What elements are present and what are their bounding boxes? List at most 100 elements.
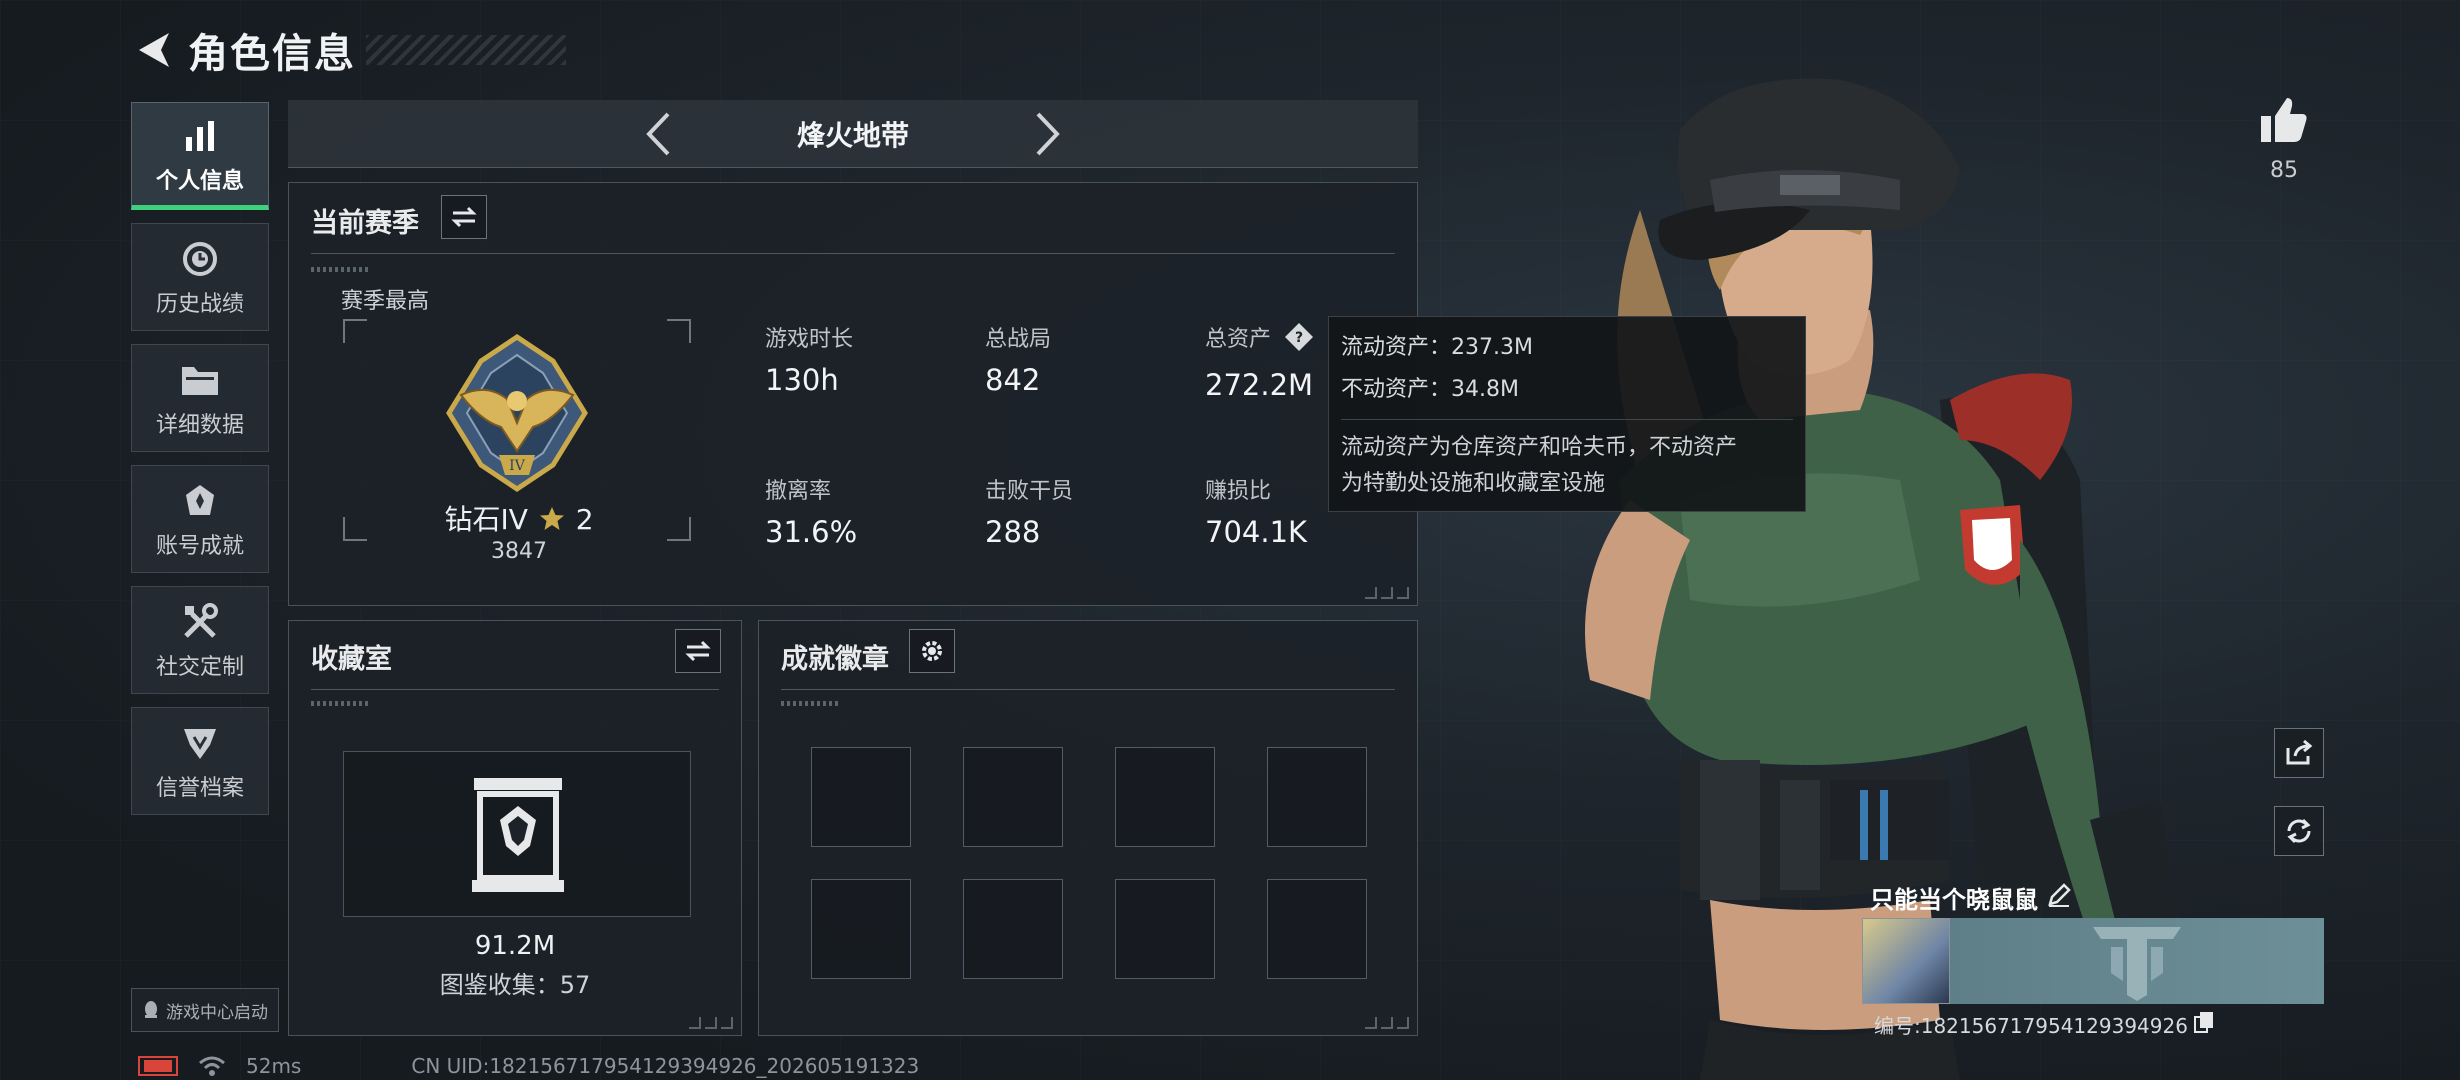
mode-title: 烽火地带 (796, 118, 909, 152)
title-decoration (366, 35, 566, 65)
divider (781, 689, 1395, 690)
sidebar-item-label: 账号成就 (155, 534, 244, 559)
sidebar-item-social[interactable]: 社交定制 (131, 586, 269, 694)
copy-uid-button[interactable] (2193, 1011, 2214, 1038)
player-card (1862, 918, 2324, 1004)
sidebar-item-label: 信誉档案 (155, 776, 244, 801)
refresh-button[interactable] (2274, 806, 2324, 856)
stat-label: 总战局 (985, 327, 1052, 352)
sidebar-item-label: 详细数据 (155, 413, 244, 438)
wifi-icon (199, 1056, 225, 1076)
copy-icon (2193, 1012, 2213, 1033)
rank-name-row: 钻石IV 2 (289, 498, 749, 538)
launch-label: 游戏中心启动 (166, 1002, 268, 1023)
sidebar-nav: 个人信息 历史战绩 详细数据 账号成就 社交定制 信誉档案 (131, 102, 269, 828)
season-title: 当前赛季 (311, 208, 419, 239)
player-banner[interactable] (1950, 918, 2324, 1004)
corner-decoration (1365, 587, 1409, 599)
battery-icon (138, 1056, 178, 1076)
banner-emblem-icon (2093, 927, 2181, 1001)
stat-value: 288 (985, 515, 1041, 549)
sidebar-item-label: 历史战绩 (155, 292, 244, 317)
svg-text:?: ? (1295, 330, 1303, 346)
cn-uid: CN UID:182156717954129394926_20260519132… (411, 1054, 920, 1078)
divider (311, 253, 1395, 254)
star-icon (539, 507, 564, 530)
rank-name: 钻石IV (444, 503, 528, 536)
sidebar-item-personal-info[interactable]: 个人信息 (131, 102, 269, 210)
tooltip-description-line1: 流动资产为仓库资产和哈夫币，不动资产 (1341, 435, 1738, 460)
mode-selector: 烽火地带 (288, 100, 1418, 168)
avatar[interactable] (1862, 918, 1950, 1004)
season-switch-button[interactable] (441, 195, 487, 239)
back-arrow-icon (139, 33, 169, 67)
tooltip-liquid-assets: 流动资产：237.3M (1341, 335, 1533, 360)
collection-switch-button[interactable] (675, 629, 721, 673)
refresh-icon (2287, 818, 2311, 844)
rank-score: 3847 (491, 539, 547, 564)
stat-kills: 击败干员 288 (985, 473, 1073, 549)
badge-slot[interactable] (963, 879, 1063, 979)
badge-slot[interactable] (1115, 747, 1215, 847)
tools-icon (180, 599, 220, 645)
corner-decoration (1365, 1017, 1409, 1029)
badges-title: 成就徽章 (781, 644, 889, 675)
share-icon (2286, 740, 2313, 765)
vault-preview[interactable] (343, 751, 691, 917)
help-icon[interactable]: ? (1284, 322, 1314, 358)
mode-next-button[interactable] (1018, 104, 1078, 164)
tooltip-description-line2: 为特勤处设施和收藏室设施 (1341, 471, 1606, 496)
credit-shield-icon (180, 720, 220, 766)
badge-slot[interactable] (811, 879, 911, 979)
assets-tooltip: 流动资产：237.3M 不动资产：34.8M 流动资产为仓库资产和哈夫币，不动资… (1328, 316, 1806, 512)
swap-icon (685, 640, 711, 662)
mode-prev-button[interactable] (628, 104, 688, 164)
swap-icon (451, 206, 477, 228)
sidebar-item-detailed-data[interactable]: 详细数据 (131, 344, 269, 452)
stat-label: 赚损比 (1205, 479, 1272, 504)
sidebar-item-credit[interactable]: 信誉档案 (131, 707, 269, 815)
season-panel: 当前赛季 赛季最高 IV 钻石IV 2 3847 游戏时长 130h 总战局 8… (288, 182, 1418, 606)
stat-value: 704.1K (1205, 515, 1308, 549)
rank-stars: 2 (575, 503, 594, 536)
tooltip-fixed-assets: 不动资产：34.8M (1341, 377, 1519, 402)
badge-slot[interactable] (1267, 879, 1367, 979)
status-bar: 52ms CN UID:182156717954129394926_202605… (138, 1054, 919, 1078)
sidebar-item-achievements[interactable]: 账号成就 (131, 465, 269, 573)
game-center-launch-button[interactable]: 游戏中心启动 (131, 988, 279, 1032)
edit-name-button[interactable] (2046, 882, 2072, 914)
badges-settings-button[interactable] (909, 629, 955, 673)
corner-decoration (689, 1017, 733, 1029)
stat-value: 31.6% (765, 515, 858, 549)
divider-dots (781, 701, 841, 706)
player-name: 只能当个晓鼠鼠 (1870, 886, 2038, 914)
like-count: 85 (2270, 158, 2298, 183)
back-button[interactable] (128, 25, 178, 75)
divider-dots (311, 701, 371, 706)
like-button[interactable]: 85 (2254, 96, 2314, 183)
stat-extraction-rate: 撤离率 31.6% (765, 473, 857, 549)
season-best-label: 赛季最高 (341, 289, 430, 314)
catalog-count: 图鉴收集：57 (439, 971, 591, 999)
player-uid-row: 编号:1821567179541293949​26 (1874, 1010, 2214, 1039)
bar-chart-icon (183, 113, 217, 159)
stat-play-time: 游戏时长 130h (765, 321, 853, 397)
stat-label: 撤离率 (765, 479, 832, 504)
stat-total-matches: 总战局 842 (985, 321, 1051, 397)
rank-emblem-icon: IV (437, 333, 597, 497)
stat-profit-ratio: 赚损比 704.1K (1205, 473, 1307, 549)
badge-slot[interactable] (963, 747, 1063, 847)
tooltip-divider (1341, 419, 1793, 420)
badge-slot[interactable] (1267, 747, 1367, 847)
page-title: 角色信息 (188, 31, 356, 77)
stat-label: 击败干员 (985, 479, 1074, 504)
badge-slot[interactable] (811, 747, 911, 847)
qq-icon (145, 1001, 157, 1018)
badge-slot[interactable] (1115, 879, 1215, 979)
stat-value: 272.2M (1205, 368, 1314, 402)
share-button[interactable] (2274, 728, 2324, 778)
stat-value: 130h (765, 363, 839, 397)
sidebar-item-history[interactable]: 历史战绩 (131, 223, 269, 331)
divider (311, 689, 719, 690)
chevron-right-icon (1036, 112, 1060, 155)
